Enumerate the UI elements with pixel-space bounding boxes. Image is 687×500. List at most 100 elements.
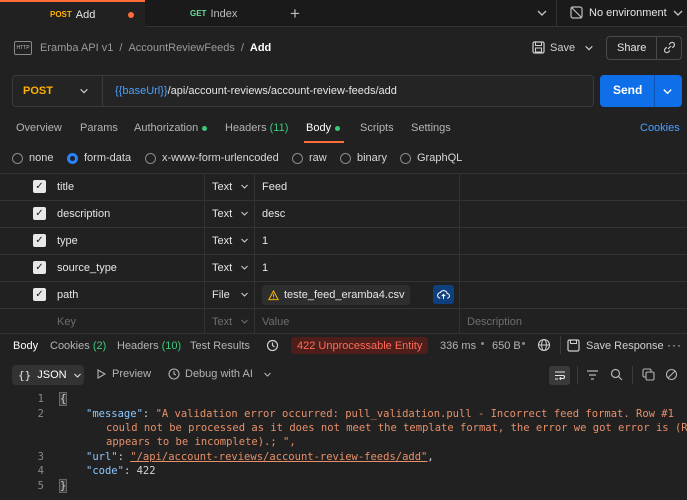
line-number: 1 — [37, 393, 44, 405]
save-response-button[interactable]: Save Response — [567, 339, 664, 352]
row-type[interactable]: Text — [212, 208, 232, 220]
divider — [632, 366, 633, 384]
tab-authorization[interactable]: Authorization — [134, 122, 208, 134]
type-chevron-down-icon[interactable] — [240, 182, 249, 191]
debug-label: Debug with AI — [185, 368, 253, 380]
row-type[interactable]: File — [212, 289, 230, 301]
new-tab-plus-icon[interactable]: + — [290, 5, 300, 22]
row-type[interactable]: Text — [212, 235, 232, 247]
row-key[interactable]: source_type — [57, 262, 117, 274]
url-path: /api/account-reviews/account-review-feed… — [167, 85, 397, 97]
table-row-placeholder: Key Text Value Description — [0, 308, 687, 333]
environment-selector[interactable]: No environment — [570, 6, 667, 19]
breadcrumb-collection[interactable]: Eramba API v1 — [40, 42, 113, 54]
tab-headers[interactable]: Headers (11) — [225, 122, 288, 134]
clear-icon[interactable] — [665, 368, 678, 381]
copy-icon[interactable] — [642, 368, 655, 381]
radio-x-www-form-urlencoded[interactable]: x-www-form-urlencoded — [145, 152, 279, 164]
file-chip[interactable]: teste_feed_eramba4.csv — [262, 285, 411, 305]
save-response-icon — [567, 339, 580, 352]
row-value[interactable]: 1 — [262, 262, 268, 274]
url-value[interactable]: "/api/account-reviews/account-review-fee… — [130, 451, 427, 463]
tab-headers-count: (11) — [269, 122, 289, 134]
radio-circle-selected — [67, 152, 78, 164]
description-placeholder[interactable]: Description — [467, 316, 522, 328]
row-key[interactable]: type — [57, 235, 78, 247]
type-chevron-down-icon[interactable] — [240, 236, 249, 245]
send-button[interactable]: Send — [613, 83, 642, 97]
row-value[interactable]: 1 — [262, 235, 268, 247]
url-input[interactable]: {{baseUrl}} /api/account-reviews/account… — [115, 76, 397, 106]
search-icon[interactable] — [610, 368, 623, 381]
response-size[interactable]: 650 B — [492, 340, 521, 352]
row-checkbox[interactable]: ✓ — [33, 234, 46, 247]
separator-dot — [522, 342, 525, 345]
tab-post-add[interactable]: POST Add — [0, 0, 145, 27]
tabs-chevron-down-icon[interactable] — [536, 7, 548, 19]
row-value[interactable]: Feed — [262, 181, 287, 193]
cloud-upload-icon[interactable] — [433, 285, 454, 304]
format-label: JSON — [37, 369, 67, 381]
filter-icon[interactable] — [586, 369, 599, 381]
radio-raw[interactable]: raw — [292, 152, 327, 164]
row-checkbox[interactable]: ✓ — [33, 207, 46, 220]
save-chevron-down-icon[interactable] — [584, 43, 594, 53]
radio-none[interactable]: none — [12, 152, 53, 164]
type-chevron-down-icon[interactable] — [240, 209, 249, 218]
radio-form-data[interactable]: form-data — [67, 152, 131, 164]
response-tab-body[interactable]: Body — [13, 340, 38, 352]
status-badge[interactable]: 422 Unprocessable Entity — [291, 337, 429, 354]
row-key[interactable]: path — [57, 289, 78, 301]
row-value[interactable]: desc — [262, 208, 285, 220]
breadcrumb-folder[interactable]: AccountReviewFeeds — [128, 42, 234, 54]
response-tab-headers[interactable]: Headers (10) — [117, 340, 181, 352]
tab-get-index[interactable]: GET Index — [145, 0, 275, 27]
http-request-icon: HTTP — [14, 41, 32, 55]
row-checkbox[interactable]: ✓ — [33, 288, 46, 301]
row-checkbox[interactable]: ✓ — [33, 261, 46, 274]
url-variable: {{baseUrl}} — [115, 85, 168, 97]
radio-binary[interactable]: binary — [340, 152, 387, 164]
radio-graphql[interactable]: GraphQL — [400, 152, 462, 164]
value-placeholder[interactable]: Value — [262, 316, 289, 328]
code-brace-close: } — [58, 479, 68, 493]
wrap-lines-icon[interactable] — [549, 366, 570, 385]
response-time[interactable]: 336 ms — [440, 340, 476, 352]
braces-icon: {} — [18, 368, 32, 382]
debug-with-ai-button[interactable]: Debug with AI — [168, 368, 272, 380]
code-brace-open: { — [58, 392, 68, 406]
row-key[interactable]: title — [57, 181, 74, 193]
tab-scripts[interactable]: Scripts — [360, 122, 394, 134]
more-options-icon[interactable]: ··· — [667, 338, 682, 352]
environment-chevron-down-icon[interactable] — [672, 7, 684, 19]
type-chevron-down-icon[interactable] — [240, 290, 249, 299]
row-type[interactable]: Text — [212, 181, 232, 193]
type-chevron-down-icon[interactable] — [240, 317, 249, 326]
breadcrumb-bar: HTTP Eramba API v1 / AccountReviewFeeds … — [0, 28, 687, 68]
tab-settings[interactable]: Settings — [411, 122, 451, 134]
share-button[interactable]: Share — [617, 42, 646, 54]
tab-body[interactable]: Body — [306, 122, 341, 134]
cookies-link[interactable]: Cookies — [640, 122, 680, 134]
preview-button[interactable]: Preview — [96, 368, 151, 380]
response-tab-cookies[interactable]: Cookies (2) — [50, 340, 106, 352]
response-tab-test-results[interactable]: Test Results — [190, 340, 250, 352]
network-globe-icon[interactable] — [537, 338, 551, 352]
breadcrumb-current[interactable]: Add — [250, 42, 271, 54]
row-type[interactable]: Text — [212, 262, 232, 274]
row-key[interactable]: description — [57, 208, 110, 220]
method-select[interactable]: POST — [13, 76, 103, 106]
type-placeholder[interactable]: Text — [212, 316, 232, 328]
send-chevron-down-icon[interactable] — [662, 86, 673, 97]
type-chevron-down-icon[interactable] — [240, 263, 249, 272]
tab-params[interactable]: Params — [80, 122, 118, 134]
key-placeholder[interactable]: Key — [57, 316, 76, 328]
response-tab-headers-label: Headers — [117, 340, 159, 352]
row-checkbox[interactable]: ✓ — [33, 180, 46, 193]
copy-link-icon[interactable] — [663, 41, 676, 54]
history-icon[interactable] — [266, 339, 279, 352]
format-select[interactable]: {} JSON — [12, 365, 84, 385]
tab-overview[interactable]: Overview — [16, 122, 62, 134]
save-button[interactable]: Save — [532, 41, 575, 54]
response-body-code[interactable]: 1 { 2 "message": "A validation error occ… — [0, 392, 687, 500]
